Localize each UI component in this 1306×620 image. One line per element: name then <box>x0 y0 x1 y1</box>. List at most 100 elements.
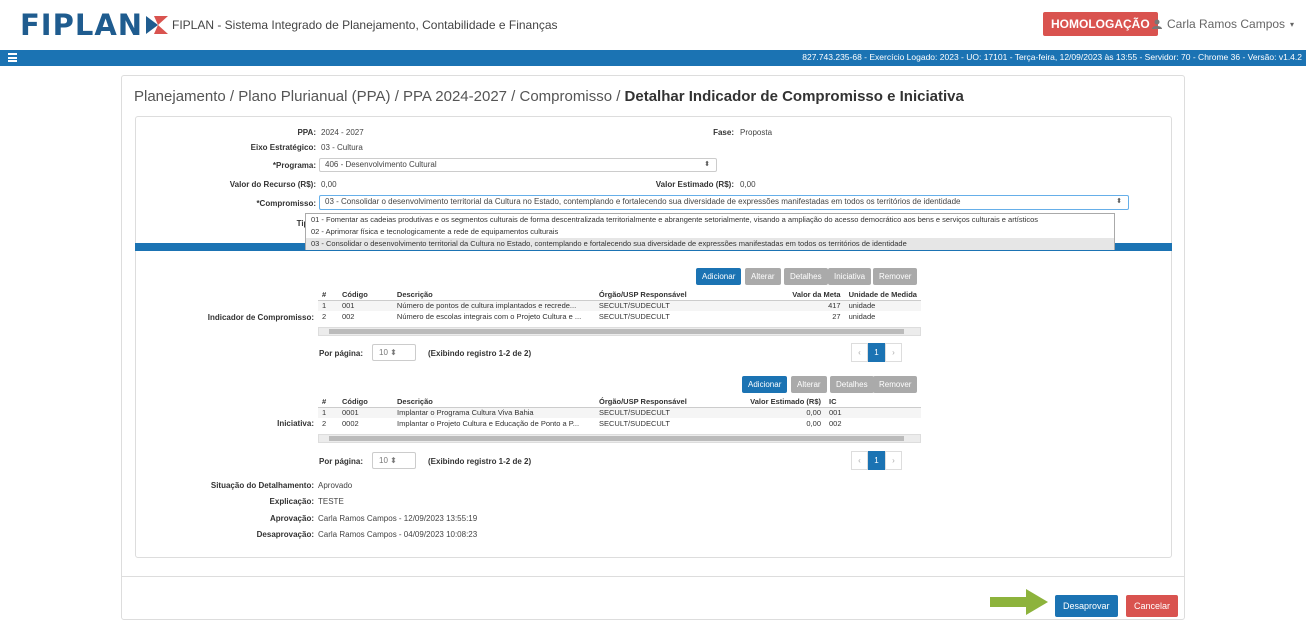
programa-label: *Programa: <box>272 161 316 170</box>
indicador-edit-button[interactable]: Alterar <box>745 268 781 285</box>
compromisso-selected-value: 03 - Consolidar o desenvolvimento territ… <box>325 197 961 206</box>
detail-form: PPA: 2024 - 2027 Fase: Proposta Eixo Est… <box>135 116 1172 558</box>
col-header[interactable]: Valor Estimado (R$) <box>725 396 825 408</box>
cell: 27 <box>832 312 841 321</box>
iniciativa-add-button[interactable]: Adicionar <box>742 376 788 393</box>
col-header[interactable]: # <box>318 396 338 408</box>
indicador-remove-button[interactable]: Remover <box>873 268 918 285</box>
col-header[interactable]: Unidade de Medida <box>844 289 921 301</box>
per-page-value: 10 <box>379 456 388 465</box>
indicador-details-button[interactable]: Detalhes <box>784 268 828 285</box>
cell: 001 <box>337 300 393 311</box>
desaprovacao-label: Desaprovação: <box>256 530 314 539</box>
col-header[interactable]: IC <box>825 396 921 408</box>
iniciativa-section-label: Iniciativa: <box>277 419 314 428</box>
cell: 002 <box>829 419 842 428</box>
situacao-label: Situação do Detalhamento: <box>210 481 314 490</box>
compromisso-option-selected[interactable]: 03 - Consolidar o desenvolvimento territ… <box>306 238 1114 250</box>
cell: 417 <box>724 300 845 311</box>
table-header-row: # Código Descrição Órgão/USP Responsável… <box>318 396 921 408</box>
table-row[interactable]: 2 002 Número de escolas integrais com o … <box>318 311 921 322</box>
fase-value: Proposta <box>740 128 773 137</box>
iniciativa-edit-button[interactable]: Alterar <box>791 376 827 393</box>
col-header[interactable]: Valor da Meta <box>724 289 845 301</box>
iniciativa-remove-button[interactable]: Remover <box>873 376 918 393</box>
breadcrumb-path[interactable]: Planejamento / Plano Plurianual (PPA) / … <box>134 88 625 105</box>
iniciativa-per-page-select[interactable]: 10 ⬍ <box>372 452 416 469</box>
cell: 0001 <box>338 407 393 418</box>
indicador-add-button[interactable]: Adicionar <box>696 268 742 285</box>
cell: unidade <box>848 312 876 321</box>
compromisso-select[interactable]: 03 - Consolidar o desenvolvimento territ… <box>319 195 1129 210</box>
programa-select[interactable]: 406 - Desenvolvimento Cultural ⬍ <box>319 158 717 172</box>
top-bar: FIPLAN FIPLAN - Sistema Integrado de Pla… <box>0 0 1306 50</box>
cell: 2 <box>322 312 327 321</box>
session-status-line: 827.743.235-68 - Exercício Logado: 2023 … <box>802 52 1302 62</box>
prev-page-button[interactable]: ‹ <box>851 343 868 362</box>
situacao-value: Aprovado <box>318 481 353 490</box>
programa-selected-value: 406 - Desenvolvimento Cultural <box>325 160 437 169</box>
scrollbar-thumb[interactable] <box>329 329 904 334</box>
col-header[interactable]: Código <box>337 289 393 301</box>
cell: Número de escolas integrais com o Projet… <box>396 312 582 321</box>
cell: 1 <box>318 407 338 418</box>
cell: SECULT/SUDECULT <box>595 407 725 418</box>
page-1-button[interactable]: 1 <box>868 451 885 470</box>
cell: 1 <box>318 300 338 311</box>
indicador-table: # Código Descrição Órgão/USP Responsável… <box>318 289 921 322</box>
valor-recurso-value: 0,00 <box>321 180 337 189</box>
next-page-button[interactable]: › <box>885 343 902 362</box>
fiplan-logo[interactable]: FIPLAN <box>20 8 169 42</box>
valor-recurso-label: Valor do Recurso (R$): <box>229 180 316 189</box>
cell: 002 <box>341 312 355 321</box>
cell: 0,00 <box>806 419 821 428</box>
col-header[interactable]: Descrição <box>393 396 595 408</box>
cancel-button[interactable]: Cancelar <box>1126 595 1179 617</box>
indicador-iniciativa-button[interactable]: Iniciativa <box>828 268 872 285</box>
table-row[interactable]: 2 0002 Implantar o Projeto Cultura e Edu… <box>318 418 921 429</box>
disapprove-button[interactable]: Desaprovar <box>1055 595 1118 617</box>
per-page-label: Por página: <box>319 457 364 466</box>
arrow-right-icon <box>990 589 1048 615</box>
hamburger-menu-icon[interactable] <box>8 53 17 62</box>
records-info: (Exibindo registro 1-2 de 2) <box>428 349 532 358</box>
compromisso-dropdown-list[interactable]: 01 - Fomentar as cadeias produtivas e os… <box>305 213 1115 250</box>
compromisso-option[interactable]: 01 - Fomentar as cadeias produtivas e os… <box>306 214 1114 226</box>
next-page-button[interactable]: › <box>885 451 902 470</box>
col-header[interactable]: Código <box>338 396 393 408</box>
caret-down-icon: ▾ <box>1290 19 1295 29</box>
logo-mark-icon <box>146 16 169 34</box>
footer-divider <box>122 576 1184 577</box>
prev-page-button[interactable]: ‹ <box>851 451 868 470</box>
valor-estimado-label: Valor Estimado (R$): <box>655 180 734 189</box>
page-1-button[interactable]: 1 <box>868 343 885 362</box>
iniciativa-details-button[interactable]: Detalhes <box>830 376 874 393</box>
cell: 0,00 <box>725 407 825 418</box>
ppa-value: 2024 - 2027 <box>321 128 364 137</box>
nav-bar: 827.743.235-68 - Exercício Logado: 2023 … <box>0 50 1306 66</box>
user-menu[interactable]: Carla Ramos Campos ▾ <box>1152 17 1294 31</box>
select-arrows-icon: ⬍ <box>704 161 710 168</box>
iniciativa-horizontal-scrollbar[interactable] <box>318 434 921 443</box>
scrollbar-thumb[interactable] <box>329 436 904 441</box>
cell: 001 <box>825 407 921 418</box>
user-name: Carla Ramos Campos <box>1167 17 1286 31</box>
cell: SECULT/SUDECULT <box>594 300 725 311</box>
col-header[interactable]: # <box>318 289 338 301</box>
table-header-row: # Código Descrição Órgão/USP Responsável… <box>318 289 921 301</box>
fase-label: Fase: <box>713 128 734 137</box>
records-info: (Exibindo registro 1-2 de 2) <box>428 457 532 466</box>
iniciativa-pagination: ‹ 1 › <box>851 451 902 470</box>
explicacao-value: TESTE <box>318 497 344 506</box>
indicador-horizontal-scrollbar[interactable] <box>318 327 921 336</box>
indicador-per-page-select[interactable]: 10 ⬍ <box>372 344 416 361</box>
select-arrows-icon: ⬍ <box>390 456 397 465</box>
table-row[interactable]: 1 0001 Implantar o Programa Cultura Viva… <box>318 407 921 418</box>
col-header[interactable]: Órgão/USP Responsável <box>595 396 725 408</box>
compromisso-option[interactable]: 02 - Aprimorar física e tecnologicamente… <box>306 226 1114 238</box>
explicacao-label: Explicação: <box>269 497 314 506</box>
desaprovacao-value: Carla Ramos Campos - 04/09/2023 10:08:23 <box>318 530 478 539</box>
table-row[interactable]: 1 001 Número de pontos de cultura implan… <box>318 300 921 311</box>
col-header[interactable]: Descrição <box>392 289 595 301</box>
col-header[interactable]: Órgão/USP Responsável <box>594 289 725 301</box>
